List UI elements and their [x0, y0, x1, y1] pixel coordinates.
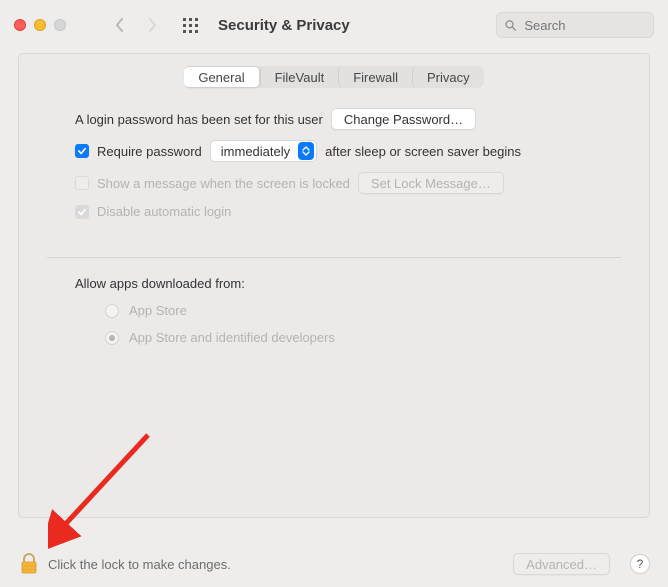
tab-privacy[interactable]: Privacy — [412, 66, 484, 88]
section-divider — [47, 257, 621, 258]
search-input[interactable] — [522, 17, 645, 34]
require-password-checkbox[interactable] — [75, 144, 89, 158]
download-opt-app-store: App Store — [105, 303, 621, 318]
radio-app-store-label: App Store — [129, 303, 187, 318]
lock-text: Click the lock to make changes. — [48, 557, 231, 572]
close-window-button[interactable] — [14, 19, 26, 31]
disable-auto-login-row: Disable automatic login — [75, 204, 621, 219]
radio-identified — [105, 331, 119, 345]
lock-icon — [20, 553, 38, 575]
require-password-label: Require password — [97, 144, 202, 159]
radio-app-store — [105, 304, 119, 318]
require-password-delay-select[interactable]: immediately — [210, 140, 317, 162]
search-field[interactable] — [496, 12, 654, 38]
page-title: Security & Privacy — [218, 17, 350, 34]
bottom-bar: Click the lock to make changes. Advanced… — [0, 545, 668, 587]
zoom-window-button — [54, 19, 66, 31]
show-all-icon[interactable] — [178, 13, 202, 37]
login-password-text: A login password has been set for this u… — [75, 112, 323, 127]
login-password-row: A login password has been set for this u… — [75, 108, 621, 130]
disable-auto-login-label: Disable automatic login — [97, 204, 231, 219]
minimize-window-button[interactable] — [34, 19, 46, 31]
downloads-section-label: Allow apps downloaded from: — [75, 276, 621, 291]
tab-bar: General FileVault Firewall Privacy — [19, 54, 649, 98]
disable-auto-login-checkbox — [75, 205, 89, 219]
show-message-row: Show a message when the screen is locked… — [75, 172, 621, 194]
toolbar: Security & Privacy — [0, 0, 668, 50]
settings-panel: General FileVault Firewall Privacy A log… — [18, 53, 650, 518]
tab-general[interactable]: General — [184, 66, 259, 88]
tab-firewall[interactable]: Firewall — [338, 66, 412, 88]
radio-identified-label: App Store and identified developers — [129, 330, 335, 345]
show-message-checkbox — [75, 176, 89, 190]
advanced-button: Advanced… — [513, 553, 610, 575]
show-message-label: Show a message when the screen is locked — [97, 176, 350, 191]
download-opt-identified: App Store and identified developers — [105, 330, 621, 345]
forward-button — [140, 13, 164, 37]
set-lock-message-button: Set Lock Message… — [358, 172, 504, 194]
window-controls — [14, 19, 66, 31]
require-password-row: Require password immediately after sleep… — [75, 140, 621, 162]
lock-button[interactable]: Click the lock to make changes. — [20, 553, 231, 575]
search-icon — [505, 19, 516, 32]
require-password-delay-value: immediately — [221, 144, 290, 159]
back-button[interactable] — [108, 13, 132, 37]
select-stepper-icon — [298, 142, 314, 160]
help-button[interactable]: ? — [630, 554, 650, 574]
require-password-suffix: after sleep or screen saver begins — [325, 144, 521, 159]
tab-filevault[interactable]: FileVault — [260, 66, 339, 88]
change-password-button[interactable]: Change Password… — [331, 108, 476, 130]
